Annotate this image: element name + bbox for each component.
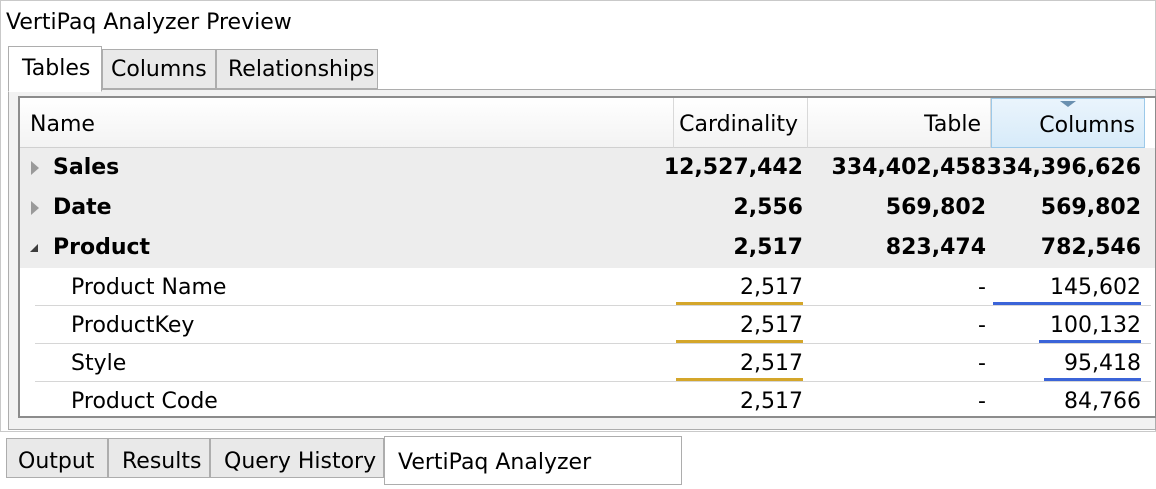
row-columns-value: 569,802 <box>1040 195 1141 220</box>
row-table-value: - <box>978 351 986 376</box>
row-table-value: 823,474 <box>885 235 986 260</box>
tab-vertipaq-analyzer[interactable]: VertiPaq Analyzer Preview <box>384 436 682 485</box>
column-row[interactable]: Product Code 2,517 - 84,766 <box>20 382 1155 418</box>
table-group-row[interactable]: Date 2,556 569,802 569,802 <box>20 188 1155 228</box>
tab-query-history[interactable]: Query History <box>210 438 384 478</box>
header-columns-label: Columns <box>1039 113 1135 138</box>
columns-size-bar <box>1055 416 1141 418</box>
column-row[interactable]: ProductKey 2,517-100,132 <box>20 306 1155 344</box>
row-cardinality-value: 2,517 <box>733 235 803 260</box>
bottom-divider <box>0 431 1156 432</box>
row-columns-value: 782,546 <box>1040 235 1141 260</box>
tables-panel: Name Cardinality Table Columns Sales 12,5… <box>8 89 1156 430</box>
window-title: VertiPaq Analyzer Preview <box>6 10 292 35</box>
tab-relationships[interactable]: Relationships <box>216 49 378 89</box>
tab-columns[interactable]: Columns <box>102 49 216 89</box>
tables-grid: Name Cardinality Table Columns Sales 12,5… <box>18 96 1156 418</box>
row-table-value: 334,402,458 <box>831 155 986 180</box>
row-name: Style <box>71 351 127 376</box>
row-table-value: - <box>978 313 986 338</box>
column-row[interactable]: Style 2,517-95,418 <box>20 344 1155 382</box>
row-name: Sales <box>53 155 120 180</box>
tab-output[interactable]: Output <box>6 438 108 478</box>
row-table-value: - <box>978 275 986 300</box>
row-name: Product Name <box>71 275 227 300</box>
header-name[interactable]: Name <box>20 98 674 148</box>
column-row[interactable]: Product Name 2,517-145,602 <box>20 268 1155 306</box>
row-cardinality-value: 2,556 <box>733 195 803 220</box>
header-columns[interactable]: Columns <box>991 98 1145 148</box>
tab-tables[interactable]: Tables <box>8 46 102 92</box>
header-table[interactable]: Table <box>808 98 991 148</box>
row-name: Date <box>53 195 112 220</box>
row-cardinality-value: 2,517 <box>740 389 803 414</box>
row-name: ProductKey <box>71 313 195 338</box>
row-name: Product <box>53 235 151 260</box>
cardinality-bar <box>676 416 803 418</box>
row-columns-value: 334,396,626 <box>986 155 1141 180</box>
sort-descending-icon <box>1060 101 1076 107</box>
row-columns-value: 84,766 <box>1064 389 1141 414</box>
table-group-row[interactable]: Product 2,517 823,474 782,546 <box>20 228 1155 268</box>
row-name: Product Code <box>71 389 218 414</box>
row-cardinality-value: 12,527,442 <box>663 155 803 180</box>
row-table-value: - <box>978 389 986 414</box>
table-group-row[interactable]: Sales 12,527,442 334,402,458 334,396,626 <box>20 148 1155 188</box>
header-cardinality[interactable]: Cardinality <box>674 98 808 148</box>
tab-results[interactable]: Results <box>108 438 210 478</box>
row-table-value: 569,802 <box>885 195 986 220</box>
